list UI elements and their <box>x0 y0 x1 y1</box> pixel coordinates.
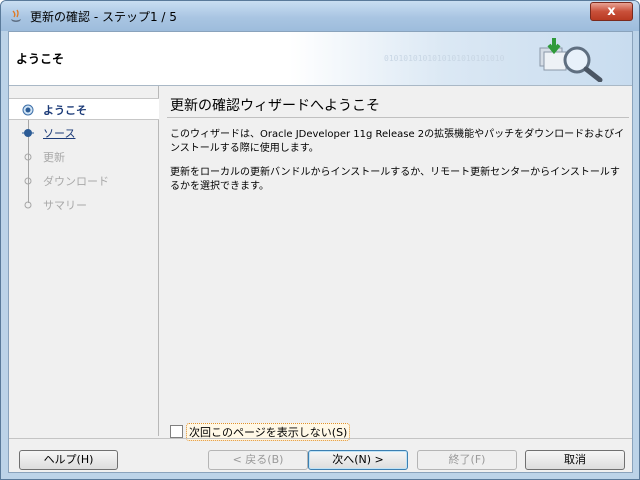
java-app-icon <box>11 9 21 22</box>
step-pending-icon <box>24 177 32 185</box>
step-label: ダウンロード <box>43 175 109 188</box>
step-welcome[interactable]: ようこそ <box>9 98 159 120</box>
wizard-client-area: ようこそ 0101010101010101010101010 ようこそ ソース <box>8 31 633 473</box>
help-button[interactable]: ヘルプ(H) <box>19 450 118 470</box>
intro-paragraph: このウィザードは、Oracle JDeveloper 11g Release 2… <box>170 129 625 154</box>
window-title: 更新の確認 - ステップ1 / 5 <box>30 10 177 24</box>
step-pending-icon <box>24 201 32 209</box>
close-icon: x <box>607 4 616 19</box>
title-divider <box>167 117 629 118</box>
button-bar-divider <box>9 438 632 439</box>
header-title: ようこそ <box>16 52 65 66</box>
cancel-button[interactable]: 取消 <box>525 450 625 470</box>
content-title: 更新の確認ウィザードへようこそ <box>170 98 380 114</box>
step-label: 更新 <box>43 151 65 164</box>
step-source[interactable]: ソース <box>9 122 159 144</box>
step-current-icon <box>22 104 34 116</box>
wizard-window: 更新の確認 - ステップ1 / 5 x ようこそ 010101010101010… <box>0 0 640 480</box>
wizard-content: 更新の確認ウィザードへようこそ このウィザードは、Oracle JDevelop… <box>160 86 632 441</box>
update-magnifier-icon <box>539 38 603 82</box>
binary-decoration: 0101010101010101010101010 <box>384 54 505 63</box>
step-next-icon <box>22 129 34 137</box>
step-label: サマリー <box>43 199 87 212</box>
finish-button[interactable]: 終了(F) <box>417 450 517 470</box>
back-button[interactable]: < 戻る(B) <box>208 450 308 470</box>
step-update: 更新 <box>9 146 159 168</box>
step-label: ソース <box>43 127 76 140</box>
step-pending-icon <box>24 153 32 161</box>
wizard-header: ようこそ 0101010101010101010101010 <box>9 32 632 86</box>
step-download: ダウンロード <box>9 170 159 192</box>
close-button[interactable]: x <box>590 2 633 21</box>
step-label: ようこそ <box>43 104 87 117</box>
wizard-steps-nav: ようこそ ソース 更新 ダウンロード サマリー <box>9 86 159 436</box>
source-paragraph: 更新をローカルの更新バンドルからインストールするか、リモート更新センターからイン… <box>170 167 620 192</box>
step-summary: サマリー <box>9 194 159 216</box>
checkbox-box[interactable] <box>170 425 183 438</box>
title-bar[interactable]: 更新の確認 - ステップ1 / 5 x <box>1 1 639 31</box>
next-button[interactable]: 次へ(N) > <box>308 450 408 470</box>
